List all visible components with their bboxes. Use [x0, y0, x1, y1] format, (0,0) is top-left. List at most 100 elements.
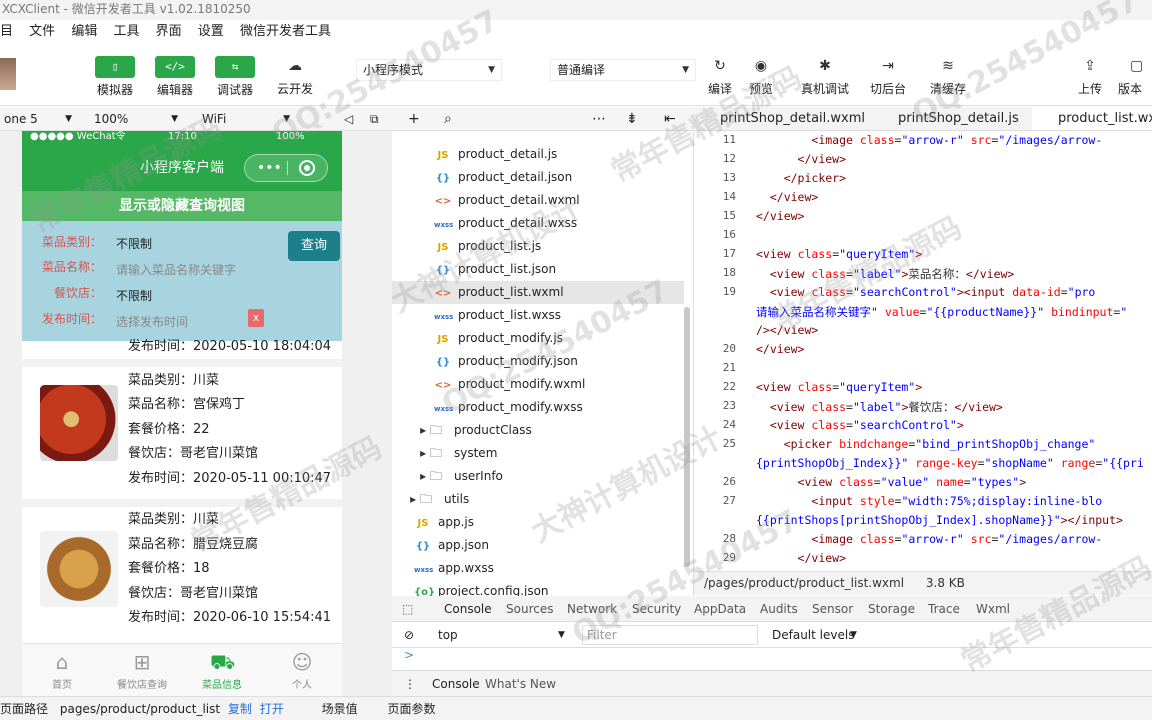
menu-item-tools[interactable]: 工具: [113, 20, 139, 44]
inspect-icon[interactable]: ⬚: [402, 596, 413, 622]
capsule-menu[interactable]: •••: [244, 154, 328, 182]
file-row[interactable]: JS product_list.js: [392, 235, 684, 258]
folder-row[interactable]: ▸ 🗀 userInfo: [392, 465, 684, 488]
tab-printshop-detail-wxml[interactable]: printShop_detail.wxml: [694, 107, 872, 130]
shop-picker[interactable]: 不限制: [116, 287, 152, 304]
copy-link[interactable]: 复制: [228, 702, 252, 716]
code-line[interactable]: 请输入菜品名称关键字" value="{{productName}}" bind…: [756, 304, 1127, 320]
file-row[interactable]: {} product_detail.json: [392, 166, 684, 189]
file-row[interactable]: <> product_modify.wxml: [392, 373, 684, 396]
menu-item-file[interactable]: 文件: [29, 20, 55, 44]
file-row[interactable]: <> product_detail.wxml: [392, 189, 684, 212]
tab-home[interactable]: ⌂ 首页: [22, 644, 102, 691]
clear-cache-button[interactable]: ≋ 清缓存: [918, 56, 978, 97]
version-button[interactable]: ▢ 版本: [1118, 56, 1152, 97]
tab-appdata[interactable]: AppData: [694, 596, 746, 622]
page-params-button[interactable]: 页面参数: [387, 702, 435, 716]
more-icon[interactable]: ⋯: [592, 107, 606, 131]
more-icon[interactable]: ⋮: [404, 671, 416, 697]
levels-select[interactable]: Default levels: [772, 622, 854, 648]
name-input[interactable]: 请输入菜品名称关键字: [116, 261, 236, 278]
code-line[interactable]: <view class="value" name="types">: [756, 475, 1027, 489]
tab-product-list-wxml[interactable]: product_list.wxml: [1032, 107, 1152, 130]
folder-row[interactable]: ▸ 🗀 system: [392, 442, 684, 465]
folder-row[interactable]: ▸ 🗀 productClass: [392, 419, 684, 442]
dish-image[interactable]: [40, 385, 118, 461]
tab-audits[interactable]: Audits: [760, 596, 798, 622]
tab-shop-query[interactable]: ⊞ 餐饮店查询: [102, 644, 182, 691]
category-picker[interactable]: 不限制: [116, 235, 152, 252]
search-icon[interactable]: ⌕: [444, 107, 452, 131]
file-row[interactable]: {o} project.config.json: [392, 580, 684, 596]
mode-select[interactable]: 小程序模式 ▼: [356, 59, 502, 81]
code-line[interactable]: <input style="width:75%;display:inline-b…: [756, 494, 1102, 508]
code-line[interactable]: {printShopObj_Index}}" range-key="shopNa…: [756, 456, 1144, 470]
folder-row[interactable]: ▸ 🗀 utils: [392, 488, 684, 511]
code-line[interactable]: <view class="label">餐饮店：</view>: [756, 399, 1003, 415]
more-icon[interactable]: •••: [257, 155, 282, 181]
cloud-dev-button[interactable]: ☁ 云开发: [265, 56, 325, 97]
console-prompt[interactable]: >: [392, 648, 1152, 670]
tab-security[interactable]: Security: [632, 596, 681, 622]
dish-image[interactable]: [40, 531, 118, 607]
background-button[interactable]: ⇥ 切后台: [858, 56, 918, 97]
file-row[interactable]: wxss product_detail.wxss: [392, 212, 684, 235]
file-row[interactable]: {} app.json: [392, 534, 684, 557]
sort-icon[interactable]: ⇟: [626, 107, 638, 131]
tab-wxml[interactable]: Wxml: [976, 596, 1010, 622]
tab-network[interactable]: Network: [567, 596, 617, 622]
preview-button[interactable]: ◉ 预览: [731, 56, 791, 97]
avatar[interactable]: [0, 58, 16, 90]
menu-item-wechat-devtools[interactable]: 微信开发者工具: [240, 20, 331, 44]
tab-trace[interactable]: Trace: [928, 596, 960, 622]
code-line[interactable]: <view class="searchControl"><input data-…: [756, 285, 1096, 299]
code-line[interactable]: <image class="arrow-r" src="/images/arro…: [756, 532, 1102, 546]
query-button[interactable]: 查询: [288, 231, 340, 261]
close-circle-icon[interactable]: [299, 160, 315, 176]
drawer-tab-whats-new[interactable]: What's New: [485, 671, 556, 697]
device-select[interactable]: one 5 ▼: [0, 107, 80, 131]
window-icon[interactable]: ⧉: [370, 107, 379, 131]
tab-console[interactable]: Console: [444, 596, 492, 622]
code-line[interactable]: {{printShops[printShopObj_Index].shopNam…: [756, 513, 1123, 527]
code-line[interactable]: <view class="searchControl">: [756, 418, 964, 432]
file-row[interactable]: {} product_modify.json: [392, 350, 684, 373]
code-line[interactable]: </picker>: [756, 171, 846, 185]
code-line[interactable]: /></view>: [756, 323, 818, 337]
code-line[interactable]: </view>: [756, 190, 818, 204]
file-row[interactable]: wxss app.wxss: [392, 557, 684, 580]
editor-button[interactable]: </> 编辑器: [145, 56, 205, 98]
tab-sensor[interactable]: Sensor: [812, 596, 853, 622]
collapse-icon[interactable]: ⇤: [664, 107, 676, 131]
tab-profile[interactable]: ☺ 个人: [262, 644, 342, 691]
toggle-query-button[interactable]: 显示或隐藏查询视图: [22, 191, 342, 221]
chevron-down-icon[interactable]: ▼: [558, 622, 565, 648]
tab-dish-info[interactable]: ⛟ 菜品信息: [182, 644, 262, 691]
zoom-select[interactable]: 100% ▼: [90, 107, 186, 131]
menu-item-settings[interactable]: 设置: [198, 20, 224, 44]
upload-button[interactable]: ⇪ 上传: [1060, 56, 1120, 97]
compile-select[interactable]: 普通编译 ▼: [550, 59, 696, 81]
file-row[interactable]: JS app.js: [392, 511, 684, 534]
menu-item-edge[interactable]: 目: [0, 20, 13, 44]
scrollbar[interactable]: [684, 307, 690, 567]
debugger-button[interactable]: ⇆ 调试器: [205, 56, 265, 98]
open-link[interactable]: 打开: [260, 702, 284, 716]
tab-sources[interactable]: Sources: [506, 596, 553, 622]
code-line[interactable]: </view>: [756, 209, 804, 223]
code-line[interactable]: <view class="queryItem">: [756, 247, 922, 261]
code-line[interactable]: <image class="arrow-r" src="/images/arro…: [756, 133, 1102, 147]
tab-storage[interactable]: Storage: [868, 596, 915, 622]
file-row[interactable]: wxss product_modify.wxss: [392, 396, 684, 419]
tab-printshop-detail-js[interactable]: printShop_detail.js: [872, 107, 1032, 130]
file-row[interactable]: JS product_modify.js: [392, 327, 684, 350]
menu-item-edit[interactable]: 编辑: [71, 20, 97, 44]
clear-time-button[interactable]: x: [248, 309, 264, 327]
volume-icon[interactable]: ◁: [344, 107, 353, 131]
context-select[interactable]: top: [438, 622, 458, 648]
network-select[interactable]: WiFi ▼: [198, 107, 298, 131]
code-line[interactable]: <view class="queryItem">: [756, 380, 922, 394]
block-icon[interactable]: ⊘: [404, 622, 414, 648]
code-line[interactable]: </view>: [756, 342, 804, 356]
code-editor[interactable]: 11 <image class="arrow-r" src="/images/a…: [694, 131, 1152, 571]
